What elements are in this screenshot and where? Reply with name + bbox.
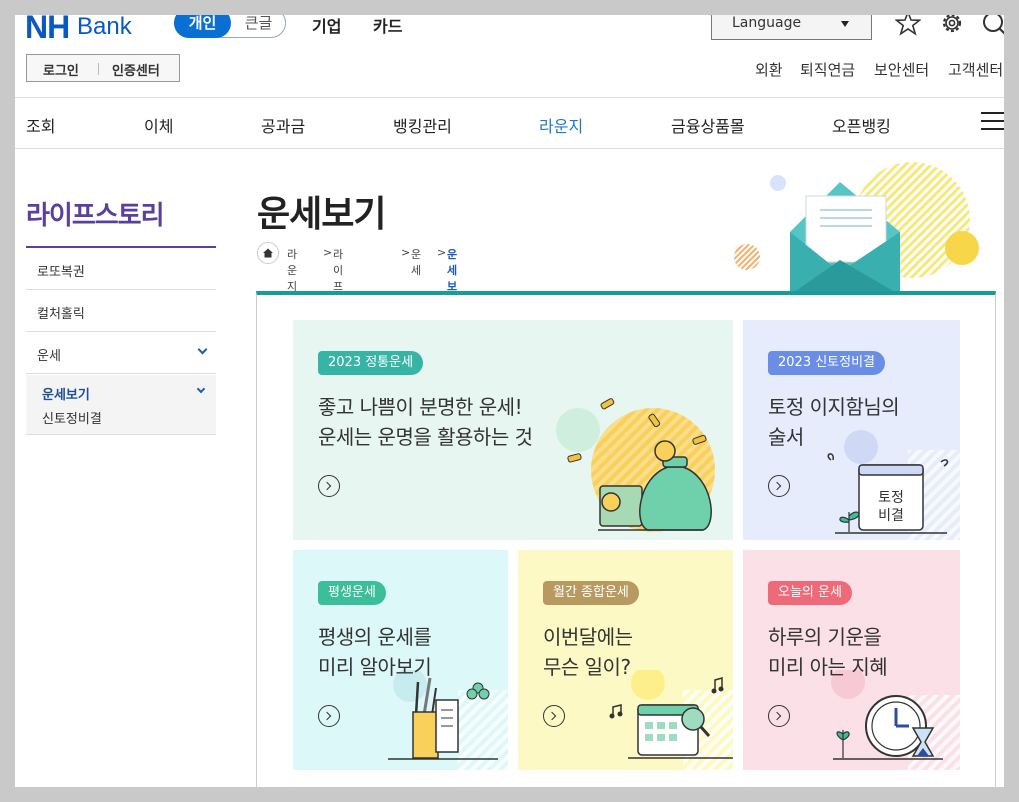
breadcrumb-item[interactable]: 라운지 (287, 246, 297, 294)
sidebar-item-label: 운세 (37, 349, 61, 364)
card-badge: 2023 신토정비결 (768, 351, 886, 375)
divider (15, 97, 1004, 98)
caret-down-icon (841, 21, 849, 27)
arrow-right-circle-icon[interactable] (318, 475, 340, 497)
card-lifetime-fortune[interactable]: 평생운세 평생의 운세를 미리 알아보기 (293, 550, 508, 770)
gnb-transfer[interactable]: 이체 (144, 113, 173, 137)
mode-personal-button[interactable]: 개인 (174, 15, 231, 38)
gear-icon[interactable] (939, 15, 965, 36)
divider (98, 63, 99, 75)
sidebar-subitem-tojeong[interactable]: 신토정비결 (42, 408, 102, 427)
gnb-utility-bills[interactable]: 공과금 (261, 113, 305, 137)
arrow-right-circle-icon[interactable] (543, 705, 565, 727)
home-icon[interactable] (257, 242, 279, 264)
card-badge: 월간 종합운세 (543, 581, 639, 605)
star-icon[interactable] (895, 15, 921, 36)
card-badge: 평생운세 (318, 581, 386, 605)
sidebar-submenu: 운세보기 신토정비결 (26, 375, 216, 435)
calendar-illustration (609, 670, 733, 770)
util-link-pension[interactable]: 퇴직연금 (800, 59, 855, 80)
pencil-cup-illustration (388, 670, 508, 770)
gnb-open-banking[interactable]: 오픈뱅킹 (832, 113, 891, 137)
card-title: 평생의 운세를 미리 알아보기 (318, 625, 432, 679)
top-tab-business[interactable]: 기업 (312, 15, 341, 37)
card-2023-tojeong-secret[interactable]: 토정 비결 2023 신토정비결 토정 이지함님의 술서 (743, 320, 960, 540)
mode-toggle: 개인 큰글 (174, 15, 286, 38)
divider (15, 148, 1004, 149)
cert-center-link[interactable]: 인증센터 (112, 60, 160, 79)
clock-hourglass-illustration (831, 670, 960, 770)
login-link[interactable]: 로그인 (43, 60, 79, 79)
arrow-right-circle-icon[interactable] (768, 705, 790, 727)
nh-logo[interactable]: NH (25, 15, 70, 46)
sidebar-subitem-fortune-view[interactable]: 운세보기 (42, 384, 90, 403)
top-tab-card[interactable]: 카드 (373, 15, 402, 37)
gnb-banking-mgmt[interactable]: 뱅킹관리 (393, 113, 452, 137)
login-box: 로그인 인증센터 (26, 54, 180, 82)
sidebar-item-culture[interactable]: 컬처홀릭 (26, 290, 216, 332)
bank-logo-text[interactable]: Bank (77, 15, 132, 41)
card-monthly-fortune[interactable]: 월간 종합운세 이번달에는 무슨 일이? (518, 550, 733, 770)
gnb-financial-mall[interactable]: 금융상품몰 (671, 113, 745, 137)
card-title: 이번달에는 무슨 일이? (543, 625, 633, 679)
gnb-inquiry[interactable]: 조회 (26, 113, 55, 137)
chevron-down-icon (196, 384, 206, 394)
card-today-fortune[interactable]: 오늘의 운세 하루의 기운을 미리 아는 지혜 (743, 550, 960, 770)
arrow-right-circle-icon[interactable] (318, 705, 340, 727)
breadcrumb-sep: > (437, 246, 447, 259)
sidebar-item-fortune[interactable]: 운세 (26, 332, 216, 374)
arrow-right-circle-icon[interactable] (768, 475, 790, 497)
sidebar-item-label: 로또복권 (37, 265, 85, 280)
card-2023-traditional-fortune[interactable]: 2023 정통운세 좋고 나쁨이 분명한 운세! 운세는 운명을 활용하는 것 (293, 320, 733, 540)
language-select[interactable]: Language (711, 15, 872, 40)
hamburger-menu-icon[interactable] (981, 112, 1004, 132)
util-link-customer[interactable]: 고객센터 (948, 59, 1003, 80)
language-label: Language (732, 15, 802, 31)
page-title: 운세보기 (257, 194, 386, 235)
util-link-forex[interactable]: 외환 (755, 59, 783, 80)
envelope-illustration (734, 162, 979, 295)
breadcrumb-item[interactable]: 운세 (411, 246, 421, 278)
breadcrumb-sep: > (401, 246, 411, 259)
card-badge: 2023 정통운세 (318, 351, 424, 375)
gnb-lounge[interactable]: 라운지 (539, 113, 583, 137)
util-link-security[interactable]: 보안센터 (874, 59, 929, 80)
book-label-line2: 비결 (878, 508, 904, 524)
breadcrumb-sep: > (323, 246, 333, 259)
sidebar-title: 라이프스토리 (26, 201, 165, 231)
card-badge: 오늘의 운세 (768, 581, 852, 605)
page: NH Bank 개인 큰글 기업 카드 Language 로그인 인증센터 외환… (15, 15, 1004, 787)
sidebar-item-label: 컬처홀릭 (37, 307, 85, 322)
chevron-down-icon (197, 344, 208, 355)
money-bag-illustration (556, 398, 715, 532)
card-title: 좋고 나쁨이 분명한 운세! 운세는 운명을 활용하는 것 (318, 395, 533, 449)
card-title: 하루의 기운을 미리 아는 지혜 (768, 625, 888, 679)
book-label-line1: 토정 (878, 490, 904, 506)
sidebar-item-lotto[interactable]: 로또복권 (26, 248, 216, 290)
search-icon[interactable] (981, 15, 1004, 38)
mode-large-text-button[interactable]: 큰글 (231, 15, 286, 37)
card-title: 토정 이지함님의 술서 (768, 395, 900, 449)
